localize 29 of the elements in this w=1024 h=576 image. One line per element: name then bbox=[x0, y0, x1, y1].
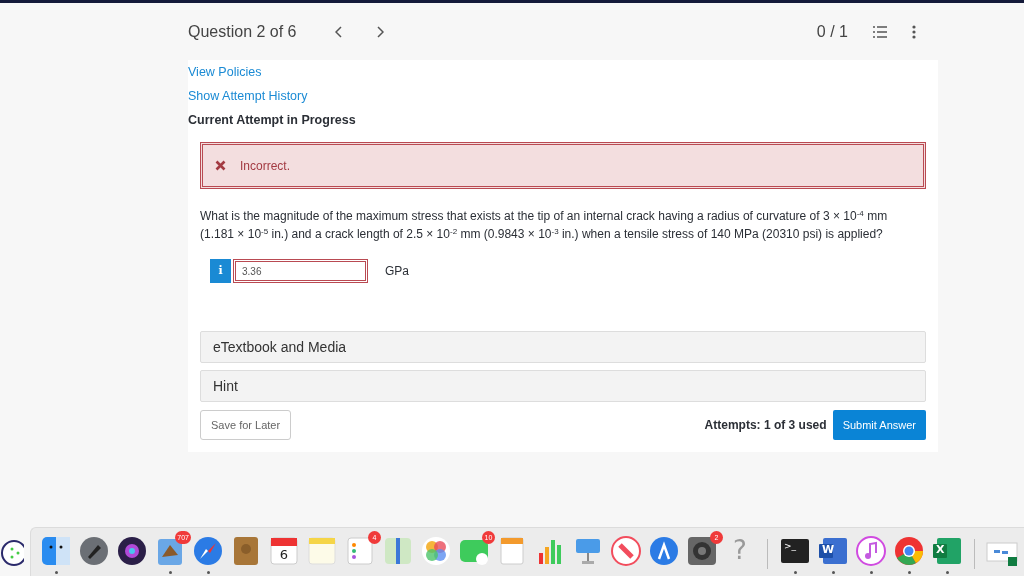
chevron-left-icon bbox=[334, 25, 343, 38]
reminders-app-icon[interactable] bbox=[344, 534, 376, 567]
unit-label: GPa bbox=[385, 263, 409, 280]
link[interactable]: Show Attempt History bbox=[188, 84, 308, 108]
accessibility-icon[interactable] bbox=[0, 539, 24, 567]
feedback-text: Incorrect. bbox=[240, 157, 290, 175]
chrome-app-icon[interactable] bbox=[893, 534, 925, 567]
question-counter: Question 2 of 6 bbox=[188, 21, 297, 42]
question-text: What is the magnitude of the maximum stress that exists at the tip of an internal crack having a radius of curvature of 3 × 10$^{-4}$ mm (1.181 × 10$^{-5}$ in.) and a crack length of 2.5 × 10$^{-2}$ mm (0.9843 × 10$^{-3}$ in.) when a tensile stress of 140 MPa (20310 psi) is applied? bbox=[200, 208, 889, 243]
accordion-header[interactable]: Hint bbox=[200, 370, 926, 402]
photos-app-icon[interactable] bbox=[420, 534, 452, 567]
answer-field[interactable]: 3.36 bbox=[233, 259, 368, 283]
cross-icon bbox=[215, 160, 226, 171]
finder-app-icon[interactable] bbox=[40, 534, 72, 567]
more-vertical-icon bbox=[912, 24, 916, 39]
list-icon bbox=[872, 24, 888, 39]
chevron-right-icon bbox=[375, 25, 384, 38]
calendar-app-icon[interactable]: 6 bbox=[268, 534, 300, 567]
score: 0 / 1 bbox=[816, 21, 848, 42]
save-for-later-button[interactable]: Save for Later bbox=[200, 410, 292, 440]
accordion-header[interactable]: eTextbook and Media bbox=[200, 331, 926, 363]
info-button[interactable]: i bbox=[210, 259, 231, 283]
news-app-icon[interactable] bbox=[610, 534, 642, 567]
link[interactable]: View Policies bbox=[188, 60, 262, 84]
attempt-heading: Current Attempt in Progress bbox=[188, 112, 357, 129]
submit-answer-button[interactable]: Submit Answer bbox=[832, 410, 926, 440]
attempts-counter: Attempts: 1 of 3 used bbox=[704, 417, 827, 434]
music-app-icon[interactable] bbox=[855, 534, 887, 567]
safari-app-icon[interactable] bbox=[192, 534, 224, 567]
